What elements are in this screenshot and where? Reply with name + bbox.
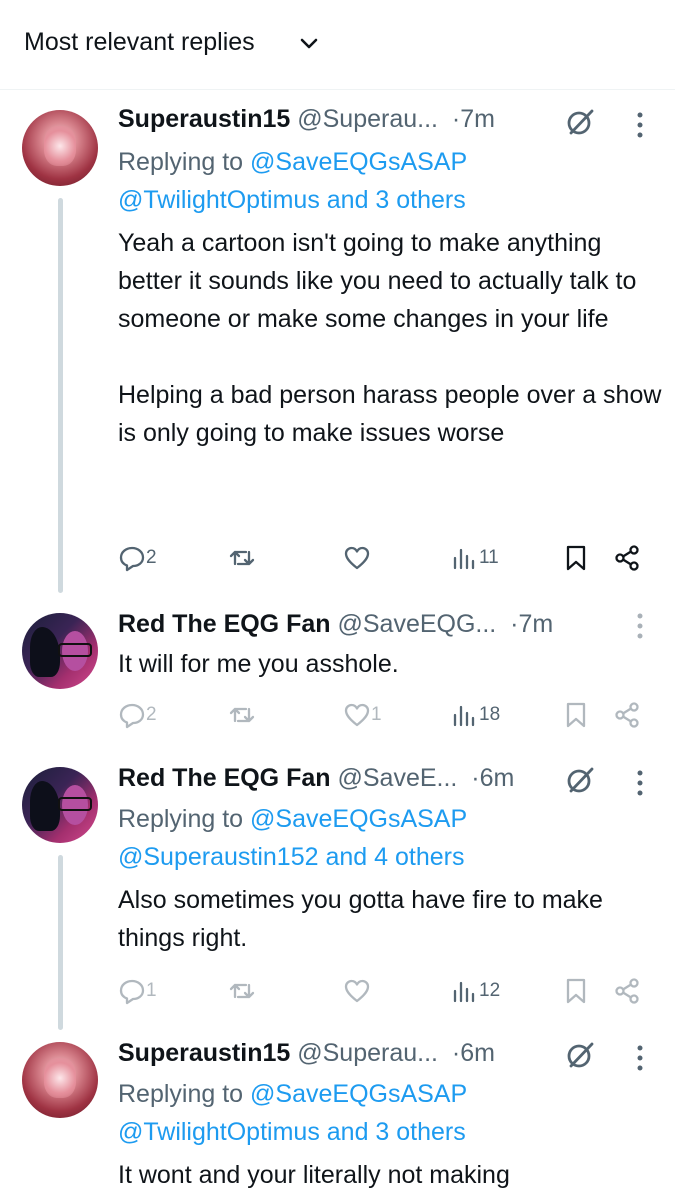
views-button[interactable]: 18 bbox=[451, 699, 500, 731]
tweet-text: Yeah a cartoon isn't going to make anyth… bbox=[118, 229, 662, 447]
more-options-icon[interactable] bbox=[630, 110, 650, 140]
grok-icon[interactable] bbox=[565, 1040, 595, 1070]
more-options-icon[interactable] bbox=[630, 768, 650, 798]
bookmark-icon bbox=[566, 545, 586, 571]
views-count: 12 bbox=[479, 980, 501, 1001]
analytics-icon bbox=[453, 548, 475, 570]
tweet-actions: 2 1 18 bbox=[118, 699, 663, 731]
tweet-actions: 1 12 bbox=[118, 975, 663, 1007]
mention-link[interactable]: @SaveEQGsASAP bbox=[250, 1080, 467, 1108]
share-button[interactable] bbox=[613, 975, 641, 1007]
views-button[interactable]: 12 bbox=[451, 975, 500, 1007]
tweet-actions: 2 11 bbox=[118, 542, 663, 574]
like-button[interactable]: 1 bbox=[343, 699, 382, 731]
replying-to: Replying to @SaveEQGsASAP bbox=[118, 805, 468, 833]
retweet-icon bbox=[229, 550, 255, 566]
heart-icon bbox=[344, 546, 370, 570]
views-count: 11 bbox=[479, 547, 499, 568]
handle[interactable]: @SaveE... bbox=[337, 764, 457, 792]
reply-button[interactable]: 2 bbox=[118, 542, 157, 574]
mention-link[interactable]: @SaveEQGsASAP bbox=[250, 148, 467, 176]
sort-label[interactable]: Most relevant replies bbox=[24, 28, 255, 57]
share-button[interactable] bbox=[613, 542, 641, 574]
views-count: 18 bbox=[479, 704, 501, 725]
reply-count: 2 bbox=[146, 547, 157, 568]
reply-button[interactable]: 1 bbox=[118, 975, 157, 1007]
share-icon bbox=[615, 545, 639, 571]
mention-link[interactable]: @SaveEQGsASAP bbox=[250, 805, 467, 833]
display-name[interactable]: Superaustin15 bbox=[118, 1039, 290, 1067]
like-button[interactable] bbox=[343, 975, 371, 1007]
tweet[interactable]: Red The EQG Fan @SaveE... ·6m Replying t… bbox=[0, 762, 675, 1022]
tweet-text: It wont and your literally not making bbox=[118, 1161, 510, 1189]
reply-icon bbox=[119, 979, 145, 1005]
replying-to: Replying to @SaveEQGsASAP bbox=[118, 1080, 468, 1108]
avatar[interactable] bbox=[22, 110, 98, 186]
timestamp[interactable]: 6m bbox=[480, 764, 515, 792]
display-name[interactable]: Red The EQG Fan bbox=[118, 764, 331, 792]
bookmark-button[interactable] bbox=[562, 542, 590, 574]
reply-count: 2 bbox=[146, 704, 157, 725]
tweet[interactable]: Red The EQG Fan @SaveEQG... ·7m It will … bbox=[0, 608, 675, 748]
timestamp[interactable]: 7m bbox=[518, 610, 553, 638]
tweet[interactable]: Superaustin15 @Superau... ·7m Replying t… bbox=[0, 100, 675, 590]
replying-to: Replying to @SaveEQGsASAP bbox=[118, 148, 468, 176]
heart-icon bbox=[344, 703, 370, 727]
grok-icon[interactable] bbox=[565, 107, 595, 137]
tweet-text: Also sometimes you gotta have fire to ma… bbox=[118, 886, 610, 952]
tweet[interactable]: Superaustin15 @Superau... ·6m Replying t… bbox=[0, 1037, 675, 1199]
handle[interactable]: @Superau... bbox=[297, 105, 438, 133]
bookmark-icon bbox=[566, 702, 586, 728]
bookmark-button[interactable] bbox=[562, 975, 590, 1007]
avatar[interactable] bbox=[22, 613, 98, 689]
retweet-button[interactable] bbox=[228, 699, 256, 731]
handle[interactable]: @Superau... bbox=[297, 1039, 438, 1067]
views-button[interactable]: 11 bbox=[451, 542, 499, 574]
analytics-icon bbox=[453, 705, 475, 727]
share-icon bbox=[615, 702, 639, 728]
bookmark-icon bbox=[566, 978, 586, 1004]
timestamp[interactable]: 7m bbox=[460, 105, 495, 133]
like-button[interactable] bbox=[343, 542, 371, 574]
retweet-button[interactable] bbox=[228, 542, 256, 574]
chevron-down-icon[interactable] bbox=[300, 35, 318, 53]
reply-count: 1 bbox=[146, 980, 157, 1001]
bookmark-button[interactable] bbox=[562, 699, 590, 731]
share-icon bbox=[615, 978, 639, 1004]
avatar[interactable] bbox=[22, 767, 98, 843]
timestamp[interactable]: 6m bbox=[460, 1039, 495, 1067]
tweet-text: It will for me you asshole. bbox=[118, 650, 399, 678]
more-options-icon[interactable] bbox=[630, 1043, 650, 1073]
more-options-icon[interactable] bbox=[630, 611, 650, 641]
reply-icon bbox=[119, 703, 145, 729]
display-name[interactable]: Red The EQG Fan bbox=[118, 610, 331, 638]
share-button[interactable] bbox=[613, 699, 641, 731]
retweet-button[interactable] bbox=[228, 975, 256, 1007]
reply-button[interactable]: 2 bbox=[118, 699, 157, 731]
like-count: 1 bbox=[371, 704, 382, 725]
replies-sort-header[interactable]: Most relevant replies bbox=[0, 0, 675, 90]
mention-others-link[interactable]: @TwilightOptimus and 3 others bbox=[118, 181, 466, 219]
handle[interactable]: @SaveEQG... bbox=[337, 610, 496, 638]
mention-others-link[interactable]: @Superaustin152 and 4 others bbox=[118, 838, 464, 876]
retweet-icon bbox=[229, 707, 255, 723]
mention-others-link[interactable]: @TwilightOptimus and 3 others bbox=[118, 1113, 466, 1151]
avatar[interactable] bbox=[22, 1042, 98, 1118]
display-name[interactable]: Superaustin15 bbox=[118, 105, 290, 133]
retweet-icon bbox=[229, 983, 255, 999]
analytics-icon bbox=[453, 981, 475, 1003]
grok-icon[interactable] bbox=[565, 765, 595, 795]
reply-icon bbox=[119, 546, 145, 572]
heart-icon bbox=[344, 979, 370, 1003]
